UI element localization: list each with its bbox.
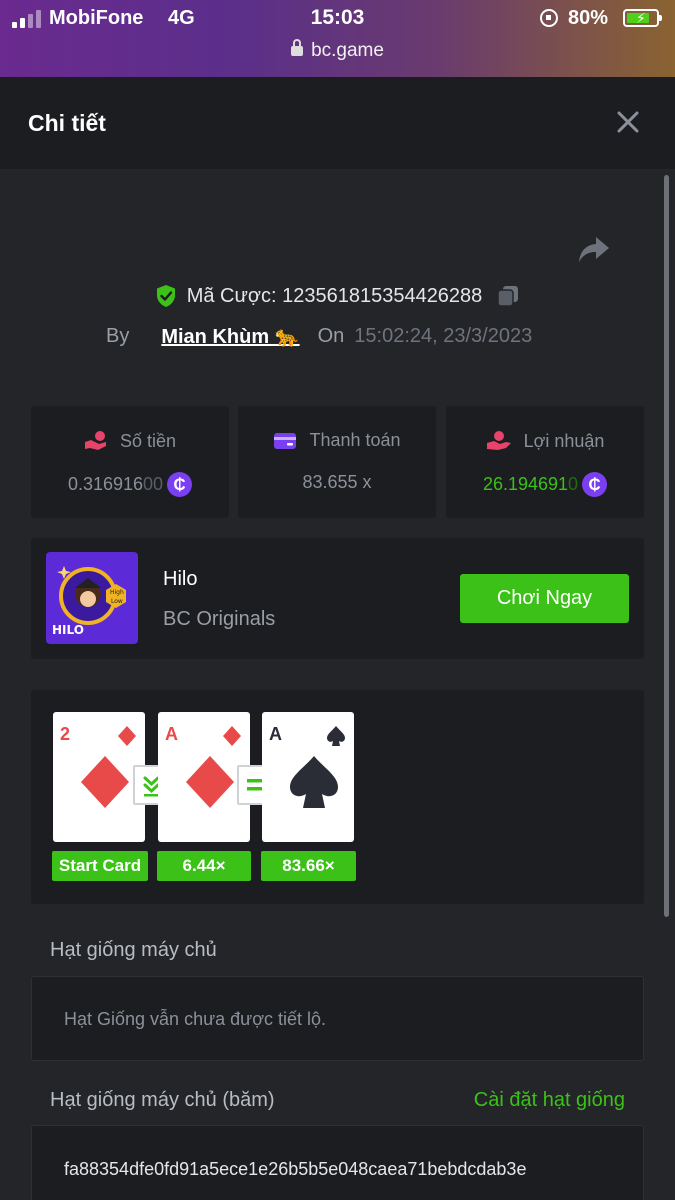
rotation-lock-icon [540,9,558,27]
page-title: Chi tiết [28,110,106,136]
by-label: By [106,324,130,347]
url-text: bc.game [311,40,384,61]
playing-card: 2 [53,712,145,842]
currency-coin-icon: ₵ [167,472,193,497]
hashed-seed-field[interactable]: fa88354dfe0fd91a5ece1e26b5b5e048caea71be… [31,1125,644,1200]
game-provider: BC Originals [163,608,276,630]
wallet-icon [274,432,297,449]
stat-profit: Lợi nhuận 26.194691 0 ₵ [446,406,644,518]
bet-datetime: 15:02:24, 23/3/2023 [354,324,533,347]
username-link[interactable]: Mian Khùm 🐆 [161,324,299,349]
seed-settings-link[interactable]: Cài đặt hạt giống [474,1089,625,1112]
diamond-suit-icon [118,726,136,746]
server-seed-value: Hạt Giống vẫn chưa được tiết lộ. [64,1009,327,1029]
playing-card: A [262,712,354,842]
battery-percent: 80% [568,7,609,29]
lock-icon [291,39,304,56]
bet-meta: By Mian Khùm 🐆 On 15:02:24, 23/3/2023 [106,322,532,350]
hilo-cards-panel: 2 Start Card A 6.44× A 83.66× [31,690,644,904]
thumb-title-text: HILO [52,623,84,637]
play-now-button[interactable]: Chơi Ngay [460,574,629,623]
card-rank: A [269,724,282,744]
bet-id: Mã Cược: 123561815354426288 [186,284,483,307]
spade-suit-icon [290,756,338,808]
stat-profit-value-dim: 0 [568,474,579,494]
hashed-seed-value: fa88354dfe0fd91a5ece1e26b5b5e048caea71be… [64,1159,527,1179]
modal-header: Chi tiết [0,77,675,169]
stat-amount-value-dim: 00 [143,474,164,494]
card-multiplier: 6.44× [157,851,251,881]
stat-amount-value: 0.316916 [67,474,144,494]
card-rank: 2 [60,724,71,744]
diamond-suit-icon [223,726,241,746]
verified-shield-icon [156,285,175,307]
stat-profit-label: Lợi nhuận [523,430,605,451]
stat-amount: Số tiền 0.316916 00 ₵ [31,406,229,518]
currency-coin-icon: ₵ [582,472,608,497]
stat-amount-label: Số tiền [119,430,177,451]
diamond-suit-icon [186,756,234,808]
share-icon[interactable] [577,232,611,266]
card-rank: A [165,724,178,744]
card-multiplier: Start Card [52,851,148,881]
bet-id-row: Mã Cược: 123561815354426288 [0,282,675,310]
hashed-seed-label: Hạt giống máy chủ (băm) [50,1089,275,1111]
on-label: On [317,324,345,347]
game-card: High Low HILO Hilo BC Originals Chơi Nga… [31,538,644,659]
thumb-low-text: Low [111,598,123,605]
server-seed-label: Hạt giống máy chủ [50,939,217,961]
battery-charging-icon: ⚡ [623,9,662,27]
profit-hand-icon [486,431,511,450]
stat-payout-value: 83.655 x [302,472,372,492]
status-bar: MobiFone 4G 15:03 bc.game 80% ⚡ [0,0,675,77]
game-thumbnail[interactable]: High Low HILO [46,552,138,644]
stat-profit-value: 26.194691 [482,474,569,494]
stat-payout: Thanh toán 83.655 x [238,406,436,518]
diamond-suit-icon [81,756,129,808]
address-bar[interactable]: bc.game [0,39,675,62]
copy-icon[interactable] [496,284,520,308]
stat-payout-label: Thanh toán [309,430,401,450]
thumb-high-text: High [110,589,124,596]
server-seed-field[interactable]: Hạt Giống vẫn chưa được tiết lộ. [31,976,644,1061]
hilo-game-art: High Low HILO [52,566,126,637]
spade-suit-icon [327,726,345,746]
game-name: Hilo [163,568,198,590]
card-multiplier: 83.66× [261,851,356,881]
hand-coins-icon [84,431,106,450]
close-icon[interactable] [612,106,644,138]
